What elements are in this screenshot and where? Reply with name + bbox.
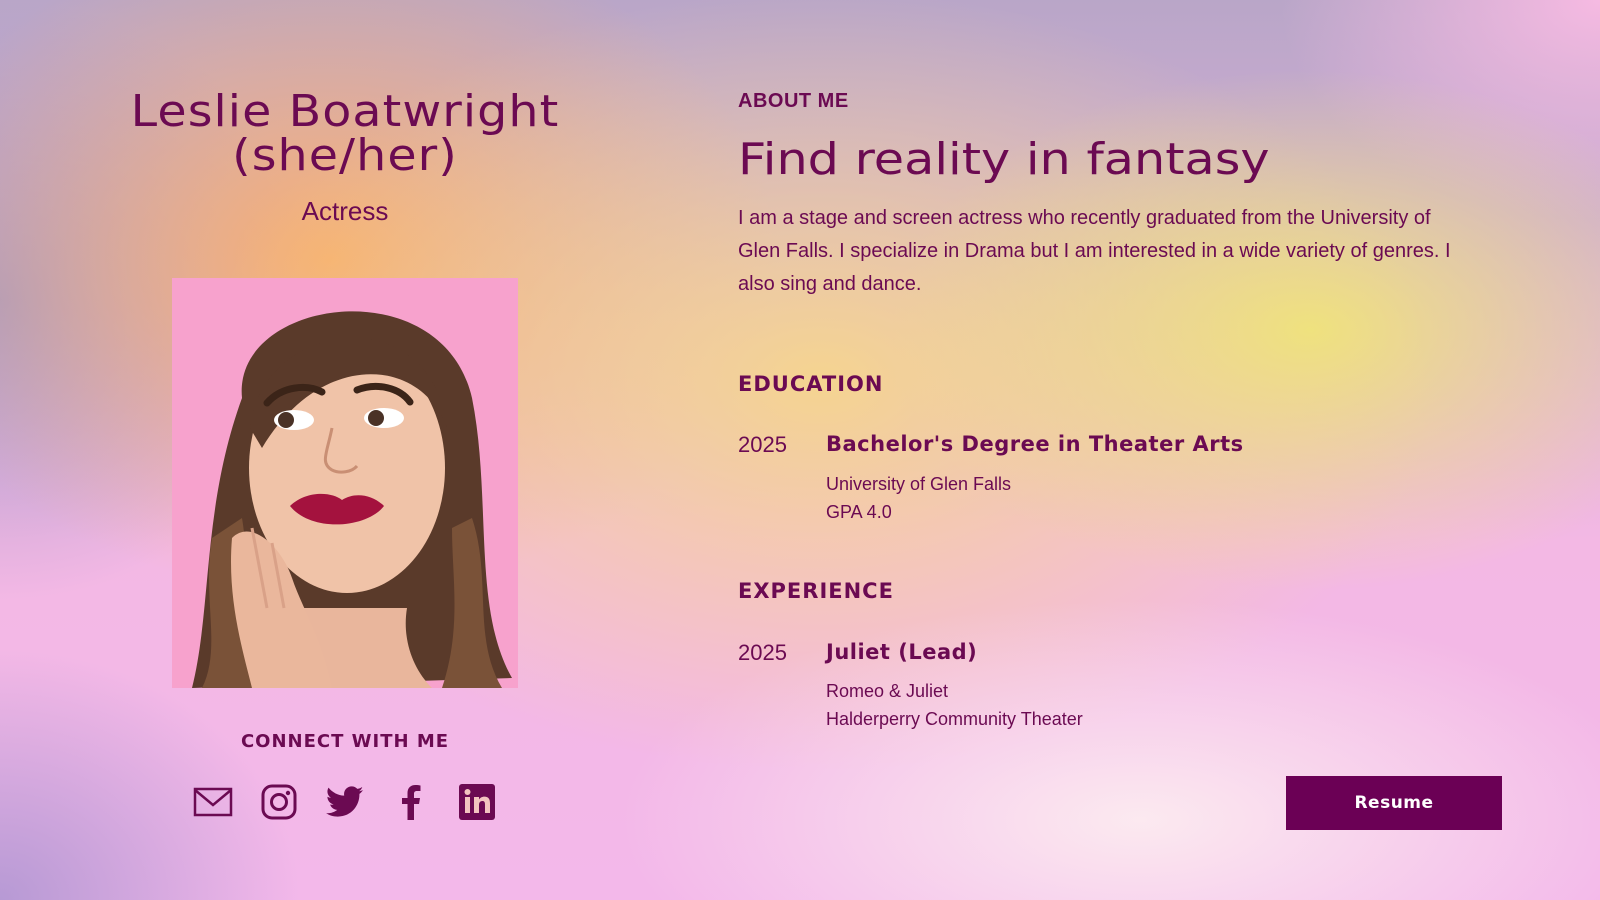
experience-venue: Halderperry Community Theater [826, 709, 1083, 729]
profile-role: Actress [301, 196, 389, 226]
mail-icon [193, 787, 233, 817]
about-eyebrow: ABOUT ME [738, 90, 849, 112]
experience-year: 2025 [738, 640, 787, 665]
profile-photo [172, 278, 518, 688]
instagram-icon [261, 784, 297, 820]
email-link[interactable] [193, 782, 233, 822]
connect-heading: CONNECT WITH ME [240, 731, 450, 752]
linkedin-link[interactable] [457, 782, 497, 822]
education-gpa: GPA 4.0 [826, 502, 892, 522]
twitter-link[interactable] [325, 782, 365, 822]
facebook-link[interactable] [391, 782, 431, 822]
about-bio: I am a stage and screen actress who rece… [738, 207, 1451, 295]
instagram-link[interactable] [259, 782, 299, 822]
social-links [60, 782, 630, 822]
education-year: 2025 [738, 432, 787, 457]
experience-heading: EXPERIENCE [738, 579, 894, 603]
profile-pronouns: (she/her) [232, 130, 458, 181]
portrait-illustration [172, 278, 518, 688]
linkedin-icon [459, 784, 495, 820]
resume-button[interactable]: Resume [1286, 776, 1502, 830]
experience-production: Romeo & Juliet [826, 681, 949, 701]
education-heading: EDUCATION [738, 372, 884, 396]
facebook-icon [402, 785, 421, 820]
education-degree: Bachelor's Degree in Theater Arts [826, 432, 1244, 456]
experience-role: Juliet (Lead) [826, 640, 978, 664]
about-headline: Find reality in fantasy [738, 134, 1270, 185]
education-school: University of Glen Falls [826, 474, 1012, 494]
twitter-icon [326, 786, 364, 817]
profile-name: Leslie Boatwright (she/her) [37, 90, 653, 178]
